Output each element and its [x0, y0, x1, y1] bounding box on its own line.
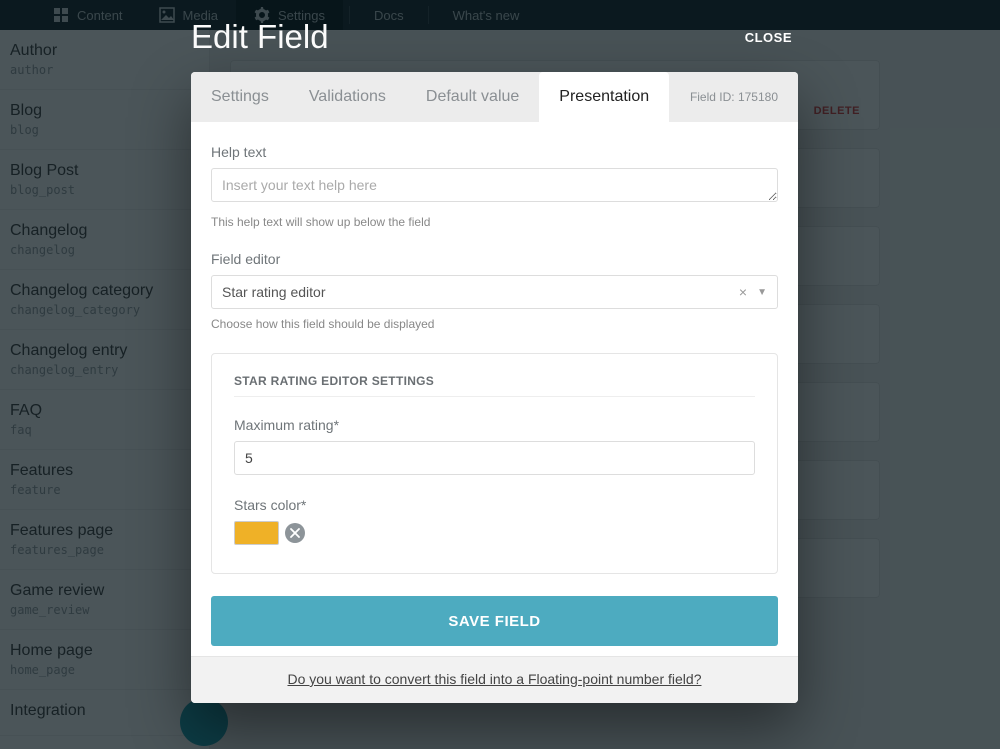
modal-title: Edit Field [191, 18, 329, 56]
color-clear-button[interactable] [285, 523, 305, 543]
modal-footer: Do you want to convert this field into a… [191, 656, 798, 703]
tab-validations[interactable]: Validations [289, 72, 406, 122]
help-text-hint: This help text will show up below the fi… [211, 215, 778, 229]
editor-settings-heading: STAR RATING EDITOR SETTINGS [234, 374, 755, 397]
close-button[interactable]: CLOSE [745, 30, 792, 45]
tab-default-value[interactable]: Default value [406, 72, 539, 122]
modal-body: Settings Validations Default value Prese… [191, 72, 798, 703]
tabs: Settings Validations Default value Prese… [191, 72, 798, 122]
field-editor-value: Star rating editor [222, 284, 739, 300]
close-icon [290, 528, 300, 538]
tab-presentation[interactable]: Presentation [539, 72, 669, 122]
modal-header: Edit Field CLOSE [191, 18, 798, 72]
field-editor-select[interactable]: Star rating editor × ▼ [211, 275, 778, 309]
field-id: Field ID: 175180 [690, 90, 778, 104]
stars-color-row [234, 521, 755, 545]
convert-field-link[interactable]: Do you want to convert this field into a… [287, 671, 701, 687]
clear-icon[interactable]: × [739, 284, 747, 300]
help-text-label: Help text [211, 144, 778, 160]
modal-content: Help text This help text will show up be… [191, 122, 798, 656]
max-rating-input[interactable] [234, 441, 755, 475]
editor-settings-box: STAR RATING EDITOR SETTINGS Maximum rati… [211, 353, 778, 574]
color-swatch[interactable] [234, 521, 279, 545]
edit-field-modal: Edit Field CLOSE Settings Validations De… [191, 18, 798, 703]
field-editor-hint: Choose how this field should be displaye… [211, 317, 778, 331]
tab-settings[interactable]: Settings [209, 72, 289, 122]
field-editor-label: Field editor [211, 251, 778, 267]
chevron-down-icon: ▼ [757, 287, 767, 298]
max-rating-label: Maximum rating* [234, 417, 755, 433]
stars-color-label: Stars color* [234, 497, 755, 513]
save-field-button[interactable]: SAVE FIELD [211, 596, 778, 646]
help-text-input[interactable] [211, 168, 778, 202]
